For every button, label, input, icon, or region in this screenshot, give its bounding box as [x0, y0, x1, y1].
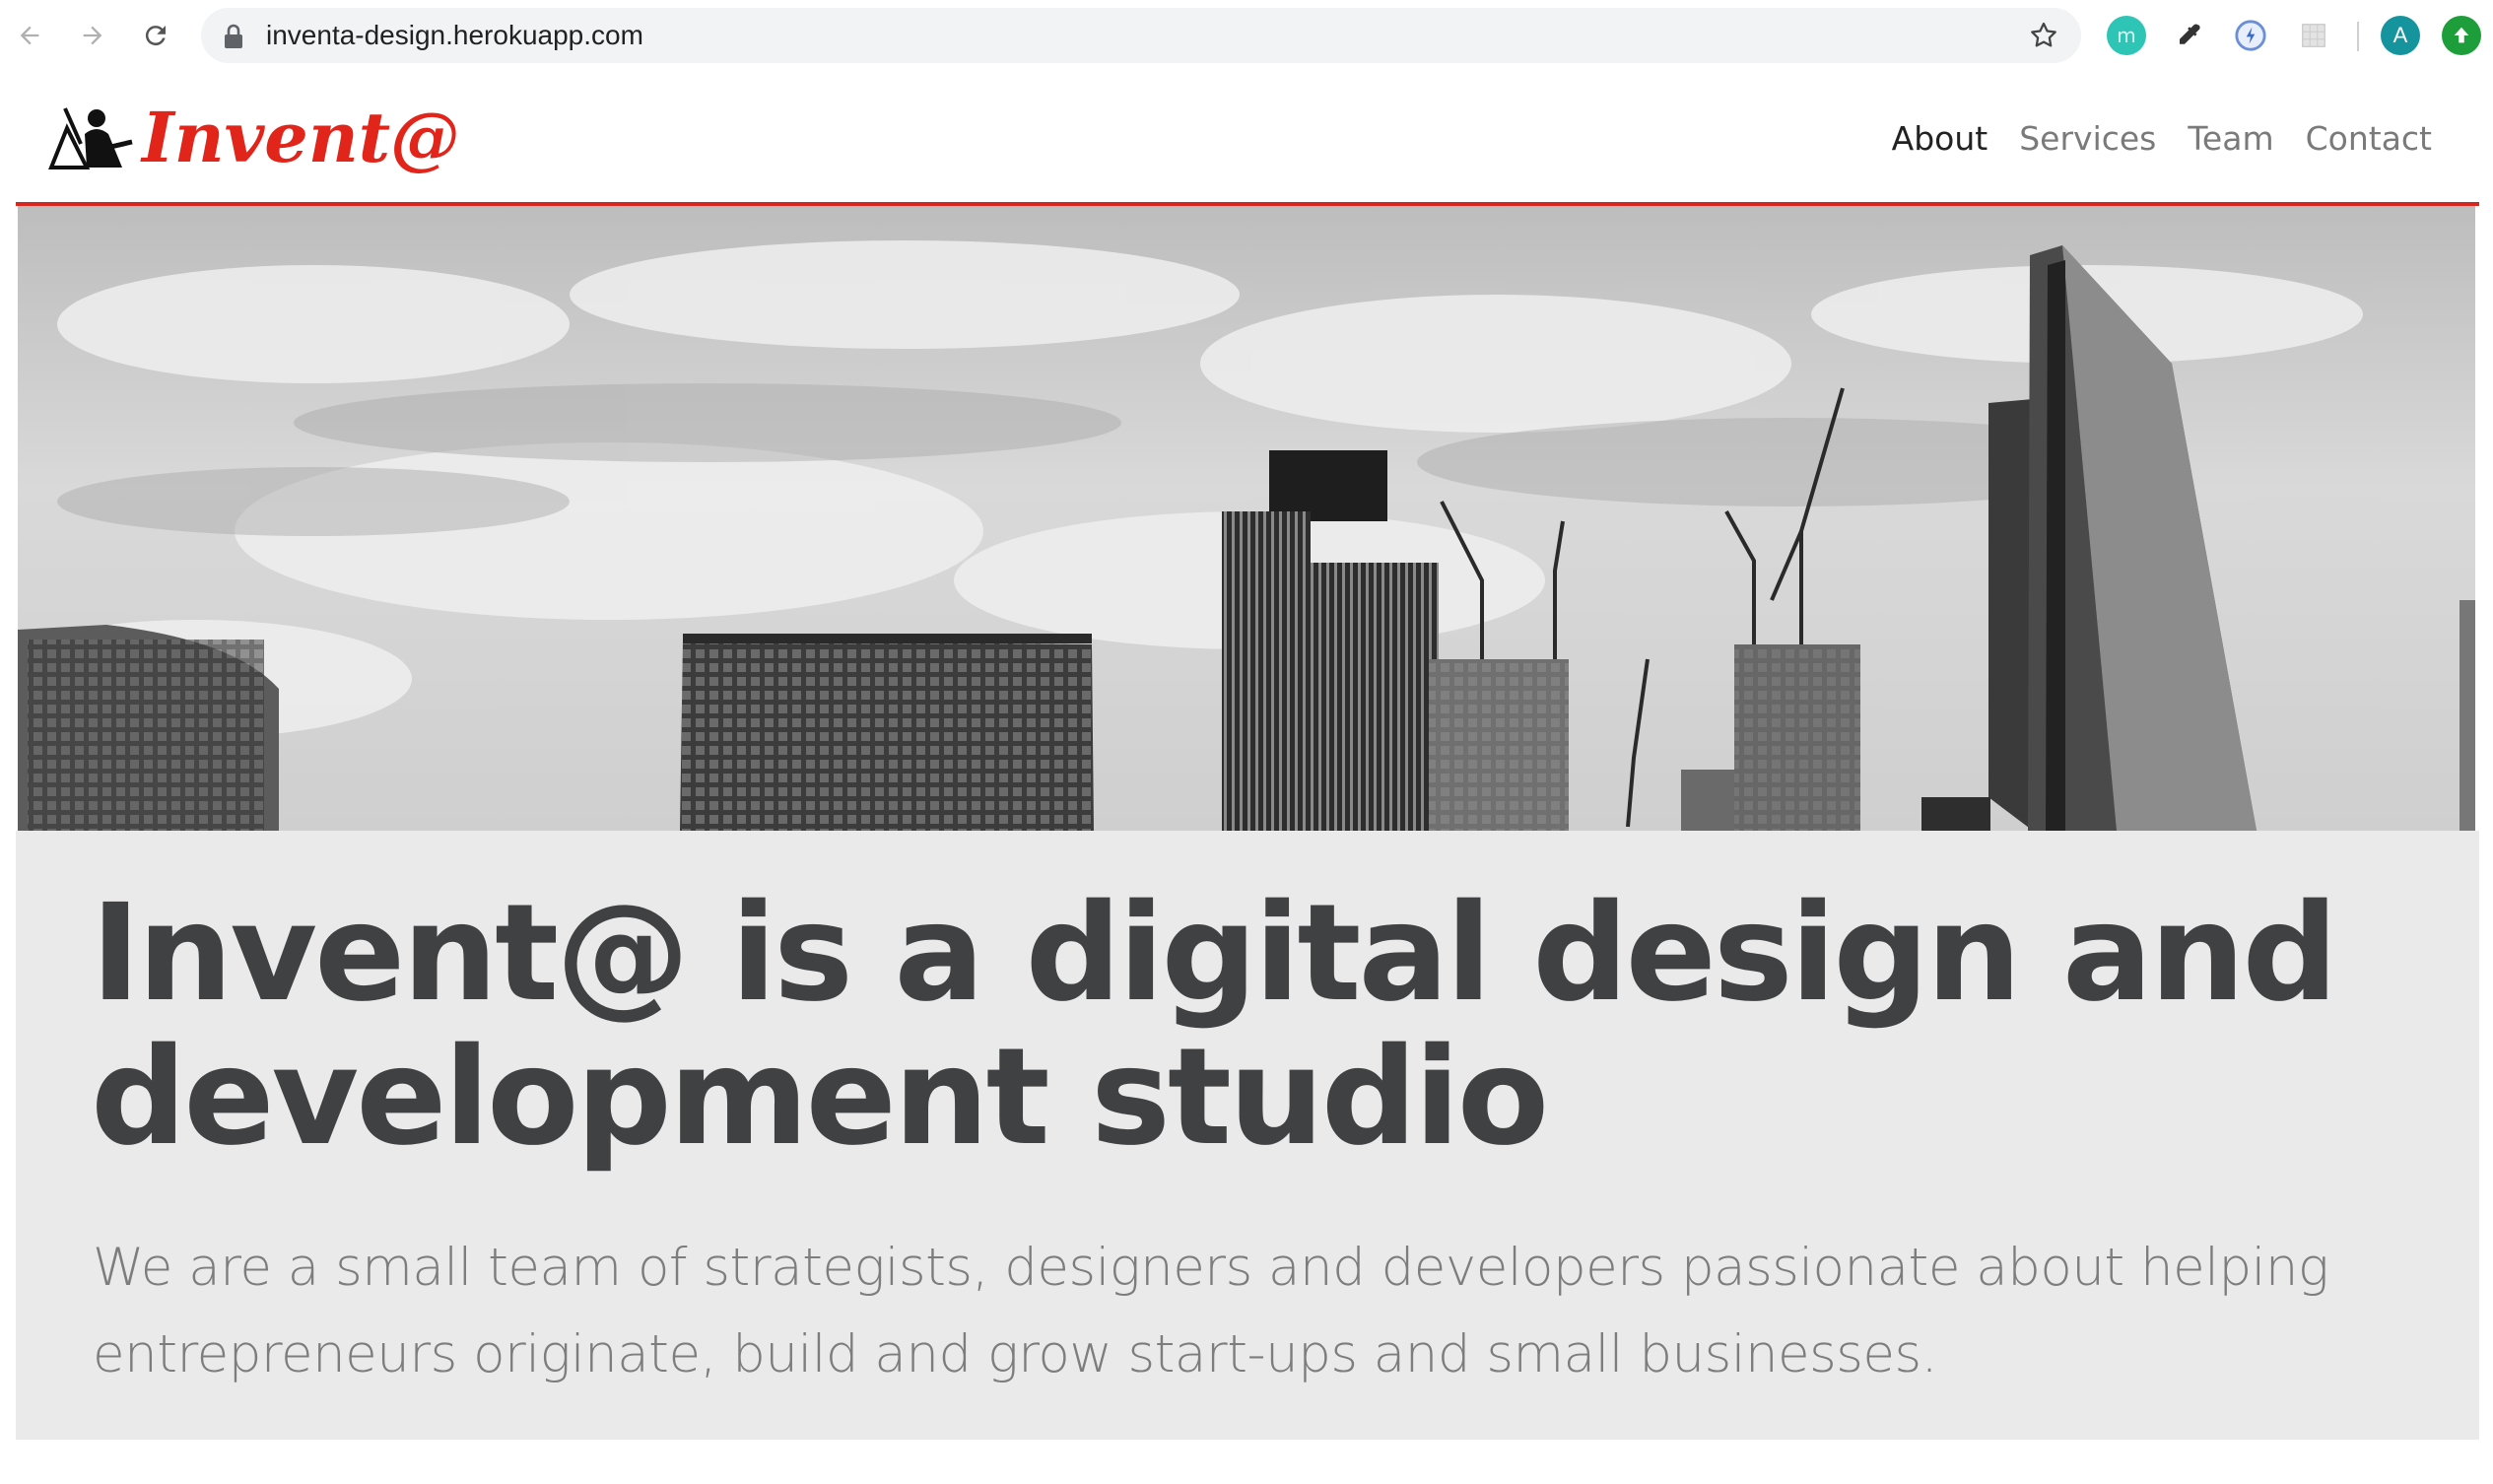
nav-about[interactable]: About: [1892, 114, 1988, 164]
nav-team[interactable]: Team: [2188, 114, 2273, 164]
nav-services[interactable]: Services: [2019, 114, 2156, 164]
hero-subline: We are a small team of strategists, desi…: [93, 1238, 2329, 1384]
bookmark-star-icon[interactable]: [2028, 20, 2059, 51]
url-text: inventa-design.herokuapp.com: [266, 20, 643, 50]
forward-arrow-icon: [83, 26, 102, 45]
lock-icon: [225, 24, 242, 48]
toolbar-separator: [2357, 22, 2359, 51]
blue-shield-extension-icon[interactable]: [2231, 16, 2270, 55]
reload-icon: [145, 26, 166, 46]
site-logo[interactable]: Invent@: [47, 99, 459, 177]
back-button[interactable]: [8, 14, 51, 57]
logo-figure-icon: [48, 107, 133, 169]
logo-wordmark: Invent@: [142, 97, 460, 178]
main-navigation: About Services Team Contact: [1892, 114, 2432, 164]
hero-intro-section: Invent@ is a digital design and developm…: [16, 831, 2479, 1440]
eyedropper-icon[interactable]: [2170, 16, 2209, 55]
grey-grid-extension-icon[interactable]: [2294, 16, 2333, 55]
browser-toolbar: inventa-design.herokuapp.com m A: [0, 0, 2493, 73]
forward-button[interactable]: [71, 14, 114, 57]
nav-contact[interactable]: Contact: [2306, 114, 2432, 164]
hero-skyline-image: [18, 206, 2475, 831]
address-bar[interactable]: inventa-design.herokuapp.com: [201, 8, 2081, 63]
extension-m-icon[interactable]: m: [2107, 16, 2146, 55]
reload-button[interactable]: [134, 14, 177, 57]
update-arrow-icon[interactable]: [2442, 16, 2481, 55]
back-arrow-icon: [20, 26, 39, 45]
profile-avatar[interactable]: A: [2381, 16, 2420, 55]
hero-headline: Invent@ is a digital design and developm…: [91, 876, 2338, 1176]
